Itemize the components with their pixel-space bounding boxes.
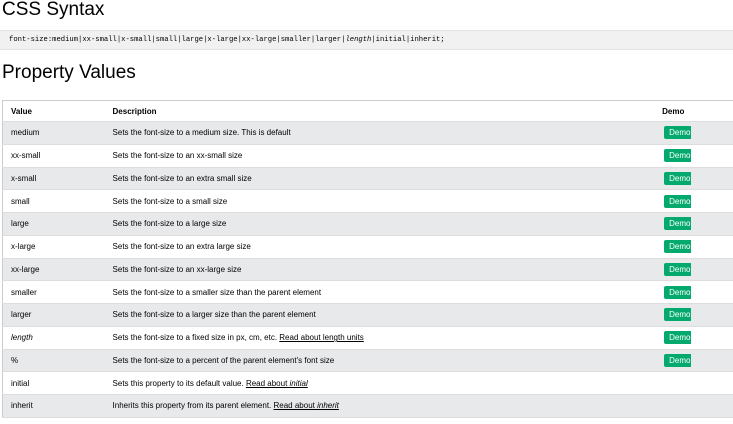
description-cell: Sets the font-size to an xx-large size — [112, 264, 242, 274]
value-cell: initial — [11, 378, 30, 388]
link-italic: initial — [289, 378, 308, 388]
description-text: Sets the font-size to a fixed size in px… — [112, 333, 280, 343]
table-row: xx-small Sets the font-size to an xx-sma… — [2, 144, 733, 167]
description-cell: Sets the font-size to a small size — [112, 196, 228, 206]
table-row: large Sets the font-size to a large size… — [2, 212, 733, 236]
demo-cell: Demo — [654, 326, 733, 349]
value-cell: x-large — [11, 242, 36, 252]
table-row: xx-large Sets the font-size to an xx-lar… — [2, 258, 733, 281]
demo-cell: Demo — [654, 281, 733, 304]
link-italic: inherit — [317, 401, 339, 411]
value-cell: medium — [11, 128, 40, 138]
demo-cell: Demo — [654, 122, 733, 145]
description-cell: Sets the font-size to an xx-small size — [112, 151, 243, 161]
description-cell: Sets the font-size to a smaller size tha… — [112, 287, 322, 297]
table-row: length Sets the font-size to a fixed siz… — [2, 326, 733, 349]
demo-button-smaller[interactable]: Demo — [664, 285, 692, 299]
link-prefix: Read about — [245, 378, 290, 388]
table-row: x-small Sets the font-size to an extra s… — [2, 167, 733, 190]
demo-cell: Demo — [654, 235, 733, 258]
demo-button-medium[interactable]: Demo — [664, 126, 692, 140]
value-cell: % — [11, 355, 19, 365]
demo-cell: Demo — [654, 213, 733, 236]
description-cell: Sets the font-size to a larger size than… — [112, 310, 316, 320]
demo-cell: Demo — [654, 258, 733, 281]
demo-button-larger[interactable]: Demo — [664, 308, 692, 322]
description-cell: Sets the font-size to an extra large siz… — [112, 242, 251, 252]
value-cell: length — [11, 333, 33, 343]
description-cell: Sets the font-size to a fixed size in px… — [105, 326, 655, 349]
value-cell: xx-small — [11, 151, 41, 161]
table-row: % Sets the font-size to a percent of the… — [2, 349, 733, 372]
demo-cell — [654, 395, 733, 418]
demo-cell: Demo — [654, 304, 733, 327]
description-text: Inherits this property from its parent e… — [112, 401, 274, 411]
column-header-demo: Demo — [654, 100, 733, 122]
description-cell: Sets this property to its default value.… — [105, 372, 655, 395]
demo-cell: Demo — [654, 349, 733, 372]
value-cell: large — [11, 219, 29, 229]
table-row: initial Sets this property to its defaul… — [2, 371, 733, 395]
demo-button-large[interactable]: Demo — [664, 217, 692, 231]
value-cell: inherit — [11, 401, 33, 411]
column-header-value: Value — [2, 100, 105, 122]
value-cell: smaller — [11, 287, 37, 297]
demo-cell: Demo — [654, 167, 733, 190]
description-cell: Sets the font-size to a medium size. Thi… — [112, 128, 291, 138]
table-row: medium Sets the font-size to a medium si… — [2, 121, 733, 145]
demo-button-x-large[interactable]: Demo — [664, 240, 692, 254]
property-values-heading: Property Values — [2, 62, 136, 83]
inherit-link[interactable]: Read about inherit — [274, 401, 339, 410]
syntax-code-box: font-size:medium|xx-small|x-small|small|… — [0, 30, 733, 50]
column-header-description: Description — [104, 100, 655, 122]
demo-button-xx-large[interactable]: Demo — [664, 262, 692, 276]
value-cell: small — [11, 196, 30, 206]
css-syntax-heading: CSS Syntax — [2, 0, 105, 20]
table-row: small Sets the font-size to a small size… — [2, 189, 733, 213]
link-prefix: Read about — [273, 401, 318, 411]
description-cell: Sets the font-size to a large size — [112, 219, 227, 229]
table-row: larger Sets the font-size to a larger si… — [2, 303, 733, 327]
demo-cell — [654, 372, 733, 395]
table-row: x-large Sets the font-size to an extra l… — [2, 235, 733, 258]
value-cell: x-small — [11, 173, 37, 183]
table-header-row: Value Description Demo — [2, 100, 733, 122]
value-cell: xx-large — [11, 264, 40, 274]
syntax-code-length: length — [345, 36, 372, 44]
description-text: Sets this property to its default value. — [112, 378, 246, 388]
length-units-link[interactable]: Read about length units — [279, 333, 364, 342]
demo-button-xx-small[interactable]: Demo — [664, 149, 692, 163]
demo-button-x-small[interactable]: Demo — [664, 171, 692, 185]
syntax-code-suffix: |initial|inherit; — [371, 36, 445, 44]
syntax-code-prefix: font-size:medium|xx-small|x-small|small|… — [9, 36, 346, 44]
description-cell: Inherits this property from its parent e… — [105, 395, 655, 418]
demo-button-small[interactable]: Demo — [664, 194, 692, 208]
description-cell: Sets the font-size to an extra small siz… — [112, 173, 252, 183]
demo-cell: Demo — [654, 190, 733, 213]
table-row: inherit Inherits this property from its … — [2, 394, 733, 418]
initial-link[interactable]: Read about initial — [246, 379, 308, 388]
demo-button-length[interactable]: Demo — [664, 331, 692, 345]
demo-cell: Demo — [654, 144, 733, 167]
syntax-code: font-size:medium|xx-small|x-small|small|… — [9, 36, 445, 44]
description-cell: Sets the font-size to a percent of the p… — [112, 355, 335, 365]
property-values-table: Value Description Demo medium Sets the f… — [2, 100, 733, 418]
demo-button-percent[interactable]: Demo — [664, 353, 692, 367]
table-row: smaller Sets the font-size to a smaller … — [2, 280, 733, 304]
value-cell: larger — [11, 310, 32, 320]
